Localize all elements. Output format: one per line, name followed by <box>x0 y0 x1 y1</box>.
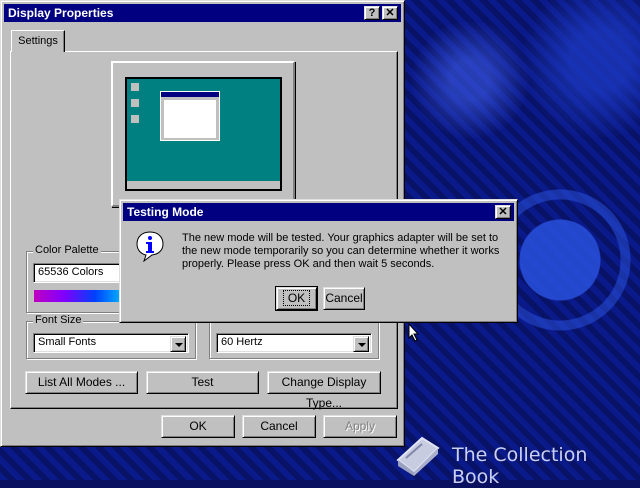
dialog-message: The new mode will be tested. Your graphi… <box>182 232 500 270</box>
watermark: The Collection Book <box>392 430 640 488</box>
refresh-rate-value: 60 Hertz <box>221 336 263 348</box>
font-size-dropdown-button[interactable] <box>170 336 186 352</box>
dialog-cancel-label: Cancel <box>325 291 363 305</box>
preview-desktop <box>127 79 280 181</box>
tab-settings[interactable]: Settings <box>11 30 65 52</box>
change-display-type-button[interactable]: Change Display Type... <box>267 371 381 410</box>
cancel-label: Cancel <box>260 419 298 433</box>
dialog-close-button[interactable]: ✕ <box>495 205 511 219</box>
refresh-rate-select[interactable]: 60 Hertz <box>216 333 372 353</box>
ok-button[interactable]: OK <box>161 415 235 438</box>
title-bar[interactable]: Display Properties ? ✕ <box>4 4 401 22</box>
dialog-ok-button[interactable]: OK <box>275 286 318 311</box>
dialog-cancel-button[interactable]: Cancel <box>323 287 365 310</box>
info-icon <box>136 231 164 262</box>
refresh-rate-dropdown-button[interactable] <box>353 336 369 352</box>
test-button[interactable]: Test <box>146 371 259 394</box>
tab-settings-label: Settings <box>18 35 58 47</box>
dialog-title: Testing Mode <box>127 205 204 219</box>
monitor-screen <box>125 77 282 191</box>
color-palette-value: 65536 Colors <box>38 266 104 278</box>
dialog-ok-label: OK <box>282 290 311 306</box>
mouse-pointer-icon <box>408 323 420 342</box>
apply-label: Apply <box>344 419 376 433</box>
apply-button[interactable]: Apply <box>323 415 397 438</box>
testing-mode-dialog: Testing Mode ✕ The new mode will be test… <box>119 199 518 323</box>
list-all-modes-button[interactable]: List All Modes ... <box>25 371 138 394</box>
color-palette-label: Color Palette <box>33 244 101 256</box>
close-button[interactable]: ✕ <box>382 6 398 20</box>
dialog-title-bar[interactable]: Testing Mode ✕ <box>123 203 514 221</box>
window-title: Display Properties <box>8 6 114 20</box>
preview-window <box>160 91 220 141</box>
preview-taskbar <box>127 181 280 189</box>
chevron-down-icon <box>358 343 366 347</box>
test-label: Test <box>191 375 214 389</box>
cancel-button[interactable]: Cancel <box>242 415 316 438</box>
font-size-label: Font Size <box>33 314 84 326</box>
help-button[interactable]: ? <box>364 6 380 20</box>
font-size-select[interactable]: Small Fonts <box>33 333 189 353</box>
list-all-modes-label: List All Modes ... <box>37 375 126 389</box>
watermark-text: The Collection Book <box>452 444 588 488</box>
font-size-value: Small Fonts <box>38 336 97 348</box>
ok-label: OK <box>189 419 207 433</box>
chevron-down-icon <box>175 343 183 347</box>
book-icon <box>396 436 440 476</box>
monitor-preview <box>111 61 295 207</box>
